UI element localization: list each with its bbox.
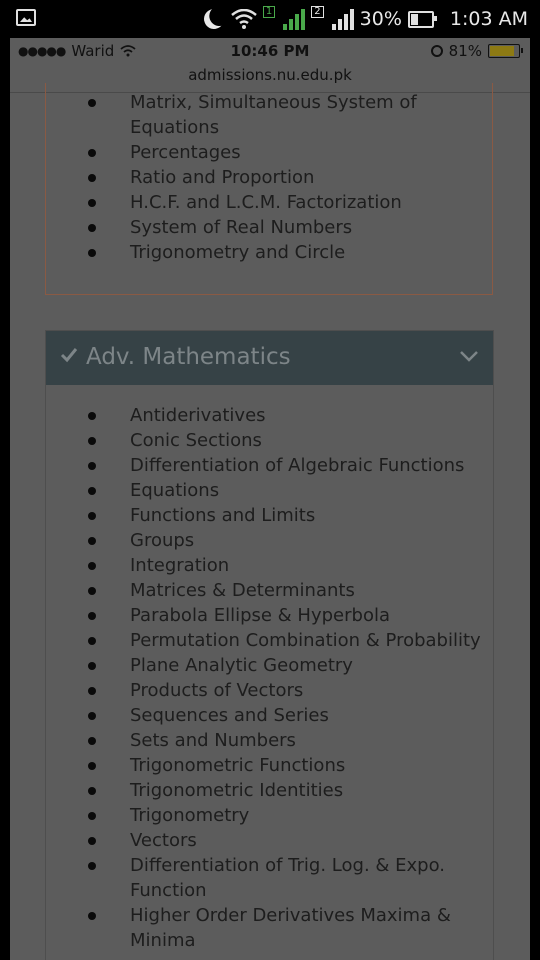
list-item: Trigonometric Identities bbox=[46, 778, 493, 803]
signal-sim1-icon bbox=[283, 8, 306, 30]
chevron-down-icon[interactable] bbox=[459, 346, 479, 366]
sim2-label: 2 bbox=[311, 6, 324, 18]
list-item: Integration bbox=[46, 553, 493, 578]
list-item: Groups bbox=[46, 528, 493, 553]
list-item: Differentiation of Trig. Log. & Expo. Fu… bbox=[46, 853, 493, 903]
list-item: Trigonometry and Circle bbox=[46, 240, 486, 265]
list-item: Functions and Limits bbox=[46, 503, 493, 528]
list-item: Conic Sections bbox=[46, 428, 493, 453]
previous-topic-panel: Matrix, Simultaneous System of Equations… bbox=[45, 83, 493, 295]
adv-mathematics-title: Adv. Mathematics bbox=[86, 344, 291, 370]
list-item: Parabola Ellipse & Hyperbola bbox=[46, 603, 493, 628]
list-item: Plane Analytic Geometry bbox=[46, 653, 493, 678]
sim1-label: 1 bbox=[262, 6, 276, 18]
list-item: H.C.F. and L.C.M. Factorization bbox=[46, 190, 486, 215]
list-item: Sequences and Series bbox=[46, 703, 493, 728]
list-item: System of Real Numbers bbox=[46, 215, 486, 240]
list-item: Percentages bbox=[46, 140, 486, 165]
check-icon bbox=[60, 348, 78, 363]
android-clock: 1:03 AM bbox=[449, 8, 528, 30]
rotation-lock-icon bbox=[430, 45, 443, 57]
wifi-icon bbox=[231, 9, 257, 29]
list-item: Higher Order Derivatives Maxima & Minima bbox=[46, 903, 493, 953]
list-item: Ratio and Proportion bbox=[46, 165, 486, 190]
do-not-disturb-moon-icon bbox=[203, 8, 225, 30]
list-item: Permutation Combination & Probability bbox=[46, 628, 493, 653]
list-item: Products of Vectors bbox=[46, 678, 493, 703]
adv-mathematics-panel: Adv. Mathematics Antiderivatives Conic Se… bbox=[45, 330, 494, 960]
android-status-bar: 1 2 30% 1:03 AM bbox=[0, 0, 540, 38]
list-item: Equations bbox=[46, 478, 493, 503]
list-item: Matrix, Simultaneous System of Equations bbox=[46, 90, 486, 140]
ios-screenshot: ●●●●● Warid 10:46 PM 81% admissions.nu.e… bbox=[10, 38, 530, 960]
list-item: Sets and Numbers bbox=[46, 728, 493, 753]
list-item: Vectors bbox=[46, 828, 493, 853]
battery-icon bbox=[407, 10, 437, 28]
list-item: Differentiation of Algebraic Functions bbox=[46, 453, 493, 478]
list-item: Trigonometric Functions bbox=[46, 753, 493, 778]
adv-mathematics-list: Antiderivatives Conic Sections Differentia… bbox=[46, 403, 493, 953]
ios-battery-percent: 81% bbox=[448, 42, 482, 60]
list-item: Antiderivatives bbox=[46, 403, 493, 428]
battery-percent: 30% bbox=[359, 8, 402, 30]
ios-status-bar: ●●●●● Warid 10:46 PM 81% bbox=[10, 38, 530, 66]
android-status-right: 1 2 30% 1:03 AM bbox=[203, 6, 528, 32]
signal-sim2-icon bbox=[331, 8, 354, 30]
list-item: Matrices & Determinants bbox=[46, 578, 493, 603]
list-item: Trigonometry bbox=[46, 803, 493, 828]
page-content: Matrix, Simultaneous System of Equations… bbox=[10, 83, 530, 960]
gallery-icon bbox=[16, 9, 36, 26]
adv-mathematics-header[interactable]: Adv. Mathematics bbox=[46, 331, 493, 385]
previous-topic-list: Matrix, Simultaneous System of Equations… bbox=[46, 90, 486, 265]
ios-battery-icon bbox=[488, 44, 523, 58]
